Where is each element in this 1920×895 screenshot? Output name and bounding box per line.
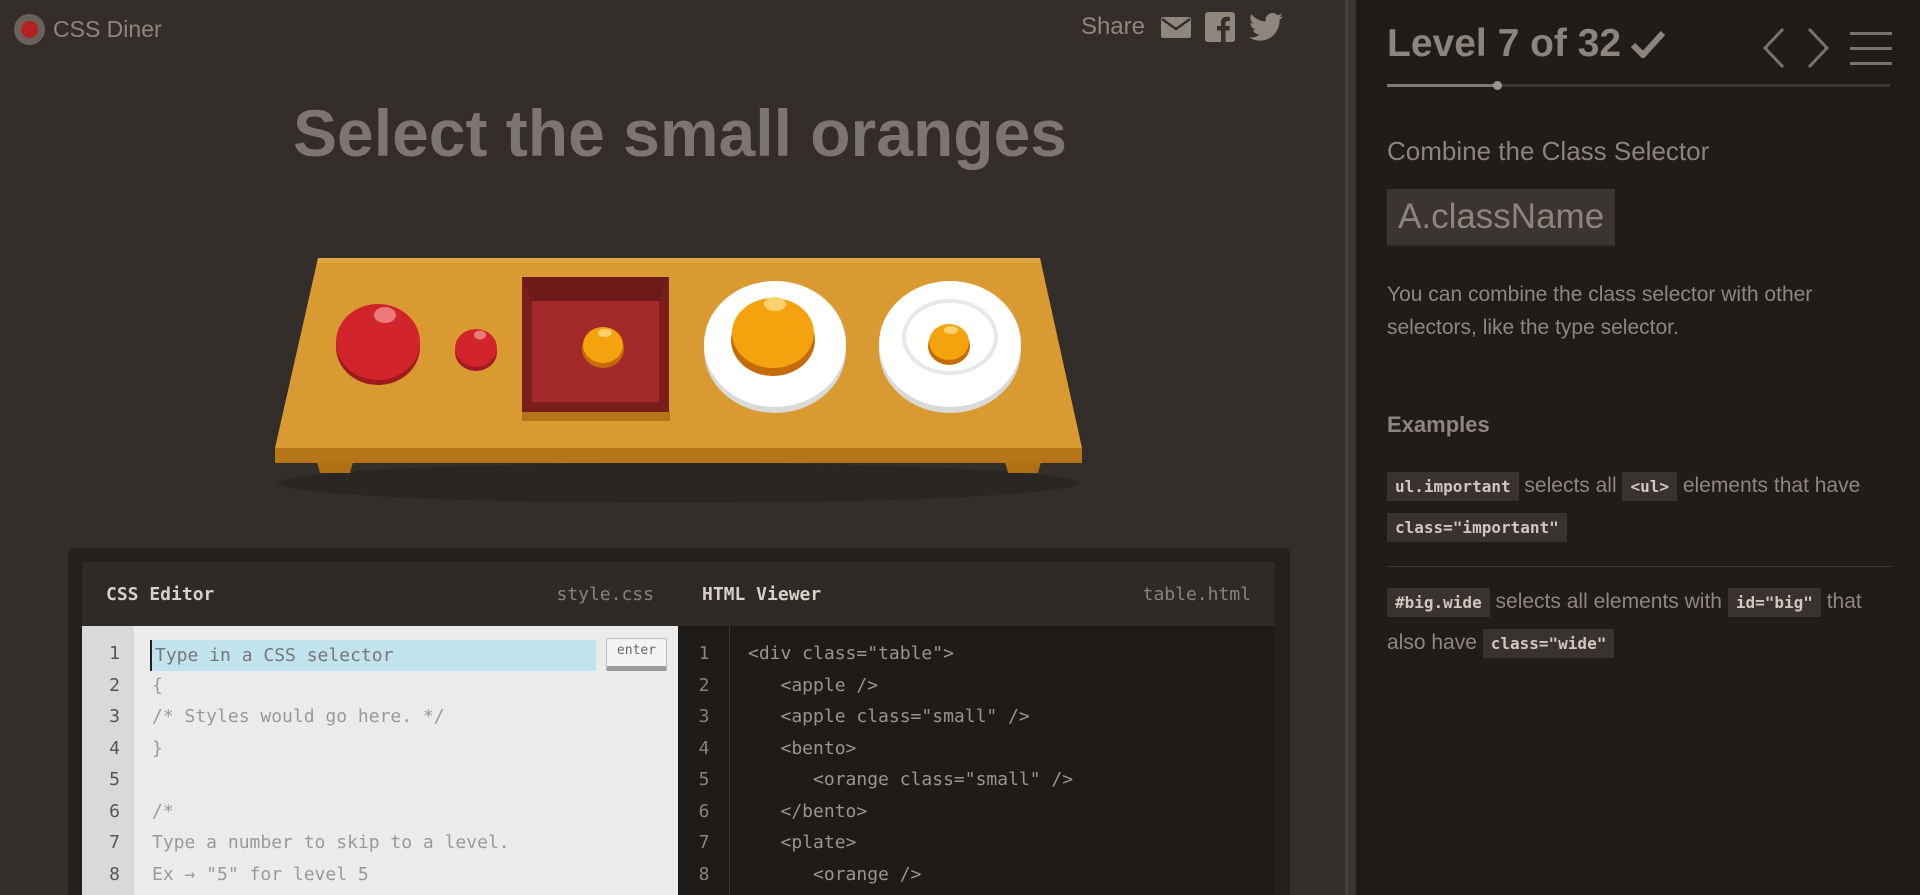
html-viewer-title: HTML Viewer <box>702 583 822 605</box>
example-code: #big.wide <box>1387 588 1490 617</box>
example-text: selects all <box>1518 474 1623 497</box>
css-code-line: /* <box>152 801 174 822</box>
line-number: 4 <box>698 738 710 759</box>
example-code: class="important" <box>1387 513 1567 542</box>
dining-table <box>270 255 1090 505</box>
line-number: 3 <box>109 706 120 727</box>
css-code-line: Type a number to skip to a level. <box>152 832 510 853</box>
order-title: Select the small oranges <box>293 96 1067 170</box>
examples-title: Examples <box>1387 412 1490 437</box>
orange-large-on-plate[interactable] <box>729 292 817 378</box>
example-code: ul.important <box>1387 472 1519 501</box>
html-code-line-orange-small[interactable]: <orange class="small" /> <box>748 769 1073 790</box>
chevron-right-icon[interactable] <box>1806 27 1830 69</box>
share-label: Share <box>1080 13 1145 40</box>
line-number: 2 <box>698 675 710 696</box>
html-code-line-orange[interactable]: <orange /> <box>748 864 921 885</box>
orange-small-in-bento[interactable] <box>580 323 626 369</box>
html-code-line-bento-close[interactable]: </bento> <box>748 801 868 822</box>
line-number: 3 <box>698 706 710 727</box>
line-number: 6 <box>109 801 120 822</box>
example-2: #big.wide selects all elements with id="… <box>1387 582 1892 664</box>
example-divider <box>1387 566 1892 567</box>
level-text: Level 7 of 32 <box>1387 22 1622 65</box>
css-code-line: /* Styles would go here. */ <box>152 706 445 727</box>
share-bar: Share <box>1081 12 1283 42</box>
line-number: 1 <box>109 643 120 664</box>
line-number: 7 <box>109 832 120 853</box>
line-number: 6 <box>698 801 710 822</box>
css-file-name: style.css <box>556 583 654 605</box>
apple-small[interactable] <box>453 326 499 372</box>
html-code-line-table[interactable]: <div class="table"> <box>748 643 954 664</box>
html-code-line-apple-small[interactable]: <apple class="small" /> <box>748 706 1030 727</box>
selector-name: Combine the Class Selector <box>1387 136 1710 166</box>
css-editor-body: 1 2 3 4 5 6 7 8 enter { /* Styles would … <box>82 626 678 895</box>
line-number: 8 <box>698 864 710 885</box>
example-1: ul.important selects all <ul> elements t… <box>1387 466 1892 548</box>
css-code-line: { <box>152 675 163 696</box>
level-sidebar: Level 7 of 32 Combine the Class Selector… <box>1356 0 1920 895</box>
html-file-name: table.html <box>1142 583 1251 605</box>
line-number: 5 <box>109 769 120 790</box>
apple-large[interactable] <box>333 297 423 387</box>
check-icon <box>1631 30 1666 58</box>
selector-syntax: A.className <box>1387 189 1616 247</box>
menu-icon[interactable] <box>1850 30 1892 66</box>
enter-button[interactable]: enter <box>606 638 667 671</box>
line-number: 4 <box>109 738 120 759</box>
css-selector-input[interactable] <box>150 640 596 671</box>
facebook-icon[interactable] <box>1205 12 1235 42</box>
line-number: 8 <box>109 864 120 885</box>
line-number: 2 <box>109 675 120 696</box>
selector-hint: You can combine the class selector with … <box>1387 283 1813 339</box>
level-indicator: Level 7 of 32 <box>1387 22 1666 66</box>
twitter-icon[interactable] <box>1249 13 1283 41</box>
chevron-left-icon[interactable] <box>1762 27 1786 69</box>
logo-icon <box>14 14 45 45</box>
html-code-line-plate[interactable]: <plate> <box>748 832 857 853</box>
level-nav <box>1762 27 1892 69</box>
example-code: <ul> <box>1622 472 1677 501</box>
example-text: elements that have <box>1677 474 1861 497</box>
html-code-line-apple[interactable]: <apple /> <box>748 675 879 696</box>
game-area: CSS Diner Share Select the small oranges <box>0 0 1344 895</box>
editor: CSS Editor style.css HTML Viewer table.h… <box>68 548 1290 895</box>
orange-small-on-plate[interactable] <box>926 320 972 366</box>
css-editor-header: CSS Editor style.css <box>82 562 678 626</box>
css-code-line: } <box>152 738 163 759</box>
html-line-numbers: 1 2 3 4 5 6 7 8 <box>678 626 730 895</box>
line-number: 7 <box>698 832 710 853</box>
mail-icon[interactable] <box>1161 15 1191 39</box>
level-progress <box>1387 81 1890 90</box>
level-progress-knob <box>1493 81 1503 90</box>
example-code: class="wide" <box>1482 629 1615 658</box>
html-viewer-body: 1 2 3 4 5 6 7 8 <div class="table"> <app… <box>678 626 1275 895</box>
css-editor-title: CSS Editor <box>106 583 215 605</box>
html-viewer-header: HTML Viewer table.html <box>678 562 1275 626</box>
css-code-line: Ex → "5" for level 5 <box>152 864 369 885</box>
example-code: id="big" <box>1727 588 1821 617</box>
html-code-line-bento[interactable]: <bento> <box>748 738 857 759</box>
level-progress-fill <box>1387 84 1498 87</box>
css-line-numbers: 1 2 3 4 5 6 7 8 <box>82 626 134 895</box>
line-number: 1 <box>698 643 710 664</box>
line-number: 5 <box>698 769 710 790</box>
logo-text: CSS Diner <box>53 16 162 42</box>
logo[interactable]: CSS Diner <box>14 14 162 45</box>
sidebar-divider[interactable] <box>1344 0 1356 895</box>
example-text: selects all elements with <box>1489 590 1728 613</box>
